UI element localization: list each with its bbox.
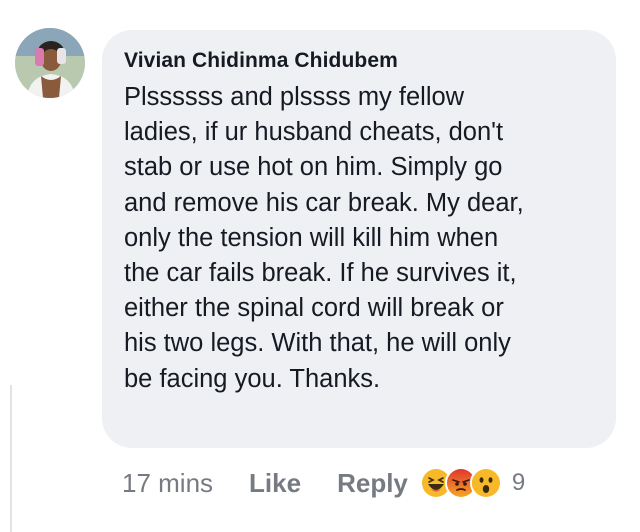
thread-line [10,385,12,532]
wow-icon [469,467,502,499]
comment-line: Plssssss and plssss my fellow [124,83,465,111]
comment-text: Plssssss and plssss my fellow ladies, if… [124,80,592,397]
avatar[interactable] [15,28,85,98]
comment-line: ladies, if ur husband cheats, don't [124,118,504,147]
comment-line: be facing you. Thanks. [124,364,381,393]
comment-line: the car fails break. If he survives it, [124,259,517,288]
like-button[interactable]: Like [249,468,301,499]
author-name[interactable]: Vivian Chidinma Chidubem [124,48,592,74]
comment-bubble: Vivian Chidinma Chidubem Plssssss and pl… [102,30,616,448]
comment-meta: 17 mins Like Reply 9 [122,463,525,503]
comment-line: either the spinal cord will break or [124,294,504,323]
comment-line: and remove his car break. My dear, [124,188,524,217]
comment-line: only the tension will kill him when [124,223,499,252]
reaction-count[interactable]: 9 [512,469,525,497]
reply-button[interactable]: Reply [337,468,408,499]
comment-timestamp[interactable]: 17 mins [122,468,213,499]
avatar-image [15,28,85,98]
comment-line: his two legs. With that, he will only [124,329,511,358]
comment-line: stab or use hot on him. Simply go [124,153,503,182]
reaction-icons[interactable] [419,467,502,499]
